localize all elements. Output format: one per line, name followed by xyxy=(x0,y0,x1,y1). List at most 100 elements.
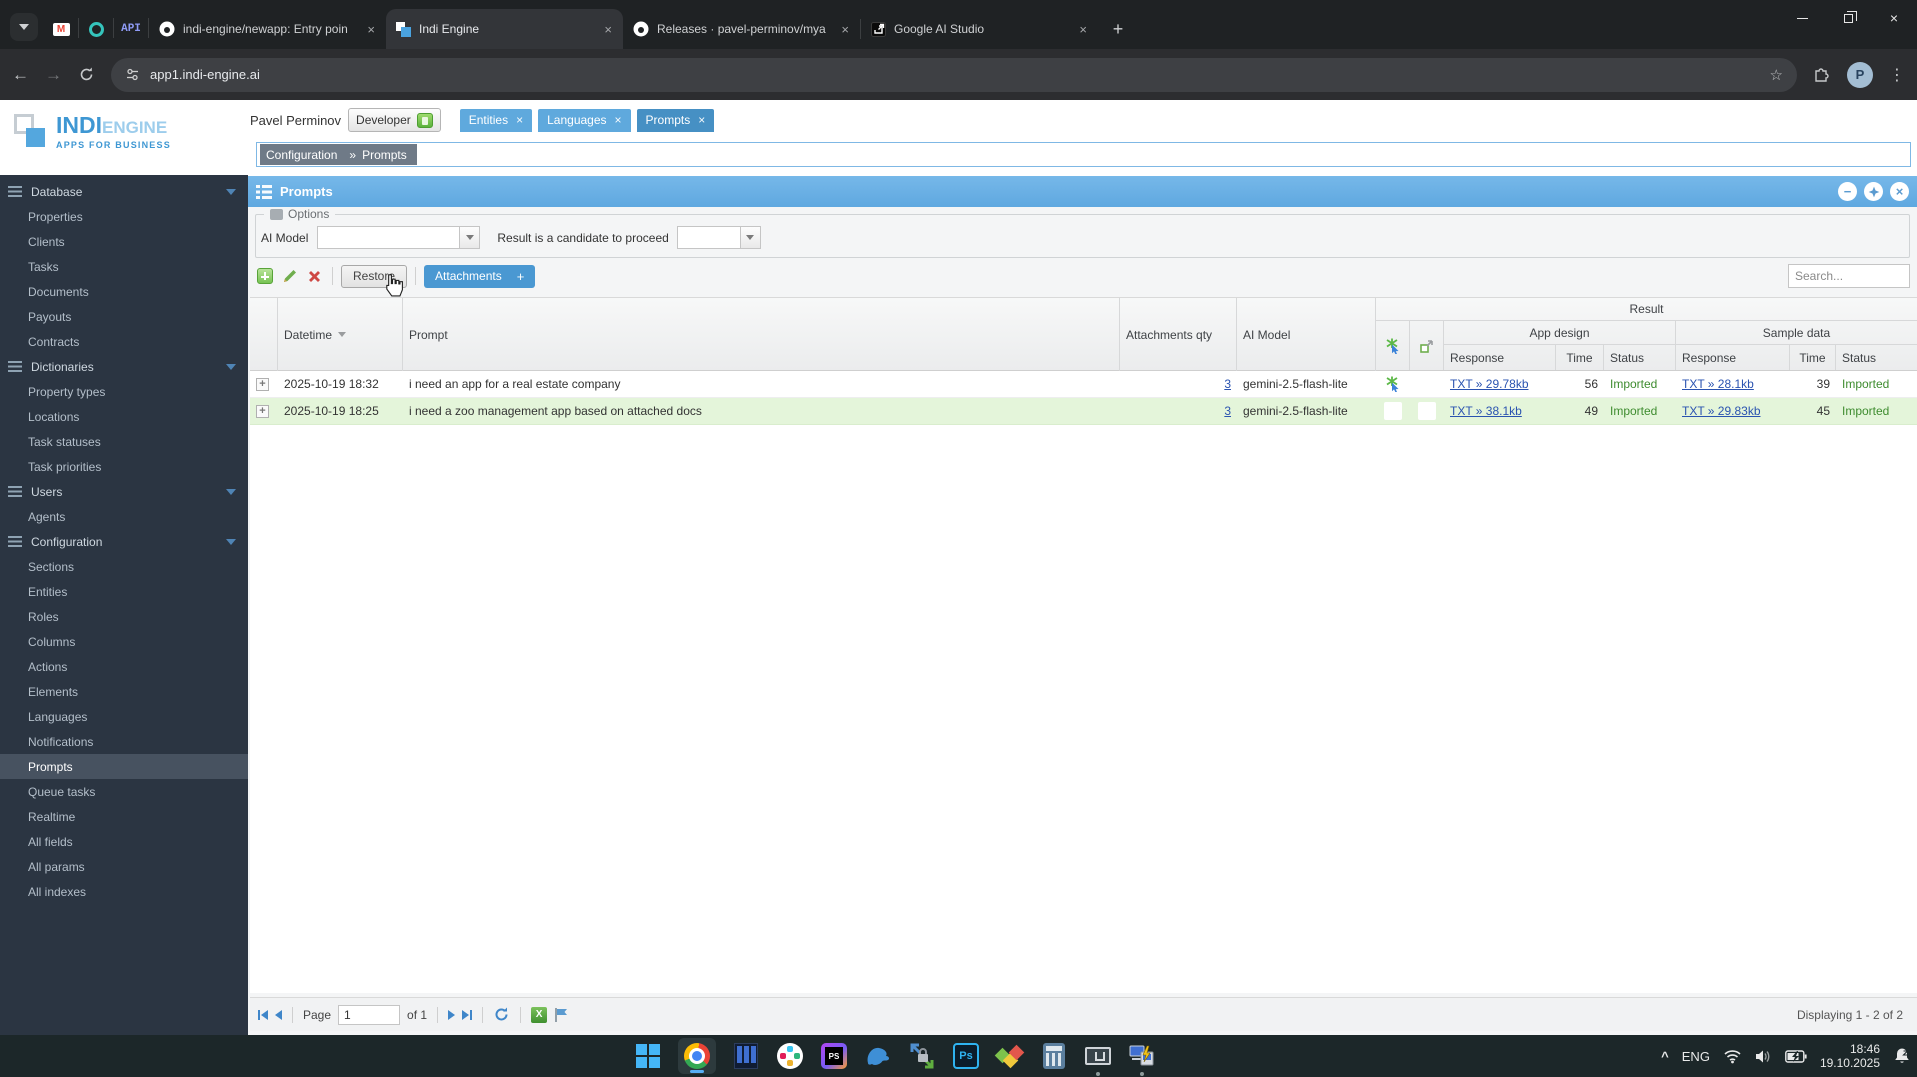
next-page-button[interactable] xyxy=(448,1009,456,1020)
forward-button[interactable]: → xyxy=(45,66,62,83)
volume-icon[interactable] xyxy=(1755,1049,1772,1064)
column-header-open-result[interactable] xyxy=(1410,321,1444,370)
pinned-tab-api[interactable]: API xyxy=(114,12,148,46)
sidebar-item-entities[interactable]: Entities xyxy=(0,579,248,604)
browser-tab-indi-engine[interactable]: Indi Engine × xyxy=(386,9,623,49)
language-indicator[interactable]: ENG xyxy=(1682,1049,1710,1064)
column-header-sample-time[interactable]: Time xyxy=(1790,345,1836,370)
pinned-tab-ring[interactable] xyxy=(79,12,113,46)
delete-row-button[interactable] xyxy=(305,267,324,286)
window-close-button[interactable]: × xyxy=(1871,0,1917,36)
candidate-combo[interactable] xyxy=(676,226,761,249)
attachments-button[interactable]: Attachments + xyxy=(424,264,536,288)
ai-model-combo[interactable] xyxy=(317,226,481,249)
sidebar-item-clients[interactable]: Clients xyxy=(0,229,248,254)
close-icon[interactable]: × xyxy=(516,113,523,127)
browser-menu-icon[interactable]: ⋮ xyxy=(1889,65,1905,85)
address-bar[interactable]: app1.indi-engine.ai ☆ xyxy=(111,57,1797,92)
panel-maximize-button[interactable] xyxy=(1864,182,1883,201)
prev-page-button[interactable] xyxy=(275,1009,282,1020)
reload-button[interactable] xyxy=(78,66,95,83)
taskbar-clock[interactable]: 18:46 19.10.2025 xyxy=(1820,1042,1880,1070)
column-header-autorun[interactable] xyxy=(1376,321,1410,370)
new-tab-button[interactable]: + xyxy=(1104,15,1132,43)
wifi-icon[interactable] xyxy=(1723,1049,1742,1064)
first-page-button[interactable] xyxy=(258,1009,268,1020)
sidebar-group-users[interactable]: Users xyxy=(0,479,248,504)
developer-button[interactable]: Developer xyxy=(348,108,441,132)
browser-tab-github-newapp[interactable]: indi-engine/newapp: Entry poin × xyxy=(149,9,386,49)
sidebar-item-sections[interactable]: Sections xyxy=(0,554,248,579)
flag-button[interactable] xyxy=(554,1007,569,1023)
dropdown-trigger-icon[interactable] xyxy=(459,227,480,248)
plus-icon[interactable]: + xyxy=(517,269,525,284)
close-icon[interactable]: × xyxy=(698,113,705,127)
taskbar-terminal[interactable] xyxy=(732,1042,760,1070)
column-header-datetime[interactable]: Datetime xyxy=(278,298,403,371)
sidebar-item-properties[interactable]: Properties xyxy=(0,204,248,229)
browser-tab-ai-studio[interactable]: Google AI Studio × xyxy=(861,9,1098,49)
taskbar-photoshop[interactable]: Ps xyxy=(952,1042,980,1070)
bookmark-star-icon[interactable]: ☆ xyxy=(1770,66,1783,84)
options-legend[interactable]: Options xyxy=(264,207,336,221)
profile-avatar[interactable]: P xyxy=(1847,61,1873,88)
row-expander[interactable]: + xyxy=(256,377,269,391)
sample-response-link[interactable]: TXT » 29.83kb xyxy=(1682,404,1761,418)
column-header-sample-status[interactable]: Status xyxy=(1836,345,1917,370)
sidebar-item-all-params[interactable]: All params xyxy=(0,854,248,879)
spark-run-icon[interactable] xyxy=(1385,376,1401,392)
taskbar-diff-tool[interactable] xyxy=(994,1042,1025,1070)
column-header-ai-model[interactable]: AI Model xyxy=(1237,298,1376,371)
sidebar-item-all-indexes[interactable]: All indexes xyxy=(0,879,248,904)
sidebar-item-task-statuses[interactable]: Task statuses xyxy=(0,429,248,454)
sidebar-item-queue-tasks[interactable]: Queue tasks xyxy=(0,779,248,804)
add-row-button[interactable] xyxy=(255,267,274,286)
window-minimize-button[interactable] xyxy=(1779,0,1825,36)
sidebar-item-payouts[interactable]: Payouts xyxy=(0,304,248,329)
dropdown-trigger-icon[interactable] xyxy=(739,227,760,248)
breadcrumb[interactable]: Configuration » Prompts xyxy=(256,142,1911,167)
sample-response-link[interactable]: TXT » 28.1kb xyxy=(1682,377,1754,391)
tab-entities[interactable]: Entities × xyxy=(459,108,533,132)
edit-row-button[interactable] xyxy=(280,267,299,286)
row-expander[interactable]: + xyxy=(256,404,269,418)
notification-bell-icon[interactable] xyxy=(1893,1047,1911,1065)
sidebar-item-task-priorities[interactable]: Task priorities xyxy=(0,454,248,479)
sidebar-item-roles[interactable]: Roles xyxy=(0,604,248,629)
column-header-app-status[interactable]: Status xyxy=(1604,345,1676,370)
app-response-link[interactable]: TXT » 38.1kb xyxy=(1450,404,1522,418)
tune-icon[interactable] xyxy=(125,67,140,82)
search-input[interactable] xyxy=(1788,264,1910,288)
tab-search-button[interactable] xyxy=(10,13,38,41)
sidebar-item-contracts[interactable]: Contracts xyxy=(0,329,248,354)
attachments-qty-link[interactable]: 3 xyxy=(1224,404,1231,418)
taskbar-chrome-active[interactable] xyxy=(678,1038,716,1074)
column-header-prompt[interactable]: Prompt xyxy=(403,298,1120,371)
close-icon[interactable]: × xyxy=(601,22,615,37)
taskbar-remote-desktop[interactable] xyxy=(1128,1042,1156,1076)
extensions-icon[interactable] xyxy=(1813,66,1831,84)
sidebar-group-database[interactable]: Database xyxy=(0,179,248,204)
sidebar-item-columns[interactable]: Columns xyxy=(0,629,248,654)
restore-button[interactable]: Restore xyxy=(341,264,408,288)
table-row[interactable]: + 2025-10-19 18:25 i need a zoo manageme… xyxy=(250,398,1917,425)
tab-languages[interactable]: Languages × xyxy=(538,108,631,132)
tray-expand-icon[interactable]: ^ xyxy=(1661,1049,1669,1064)
last-page-button[interactable] xyxy=(462,1009,473,1020)
close-icon[interactable]: × xyxy=(364,22,378,37)
battery-icon[interactable] xyxy=(1785,1049,1807,1063)
close-icon[interactable]: × xyxy=(615,113,622,127)
sidebar-item-property-types[interactable]: Property types xyxy=(0,379,248,404)
table-row[interactable]: + 2025-10-19 18:32 i need an app for a r… xyxy=(250,371,1917,398)
sidebar-item-prompts[interactable]: Prompts xyxy=(0,754,248,779)
column-header-attachments-qty[interactable]: Attachments qty xyxy=(1120,298,1237,371)
column-header-app-time[interactable]: Time xyxy=(1556,345,1604,370)
excel-export-button[interactable]: X xyxy=(531,1006,548,1023)
browser-tab-github-releases[interactable]: Releases · pavel-perminov/mya × xyxy=(623,9,860,49)
taskbar-vm-monitor[interactable] xyxy=(1084,1042,1112,1076)
sidebar-item-agents[interactable]: Agents xyxy=(0,504,248,529)
taskbar-slack[interactable] xyxy=(776,1042,804,1070)
sidebar-item-all-fields[interactable]: All fields xyxy=(0,829,248,854)
tab-prompts[interactable]: Prompts × xyxy=(636,108,715,132)
sidebar-item-notifications[interactable]: Notifications xyxy=(0,729,248,754)
